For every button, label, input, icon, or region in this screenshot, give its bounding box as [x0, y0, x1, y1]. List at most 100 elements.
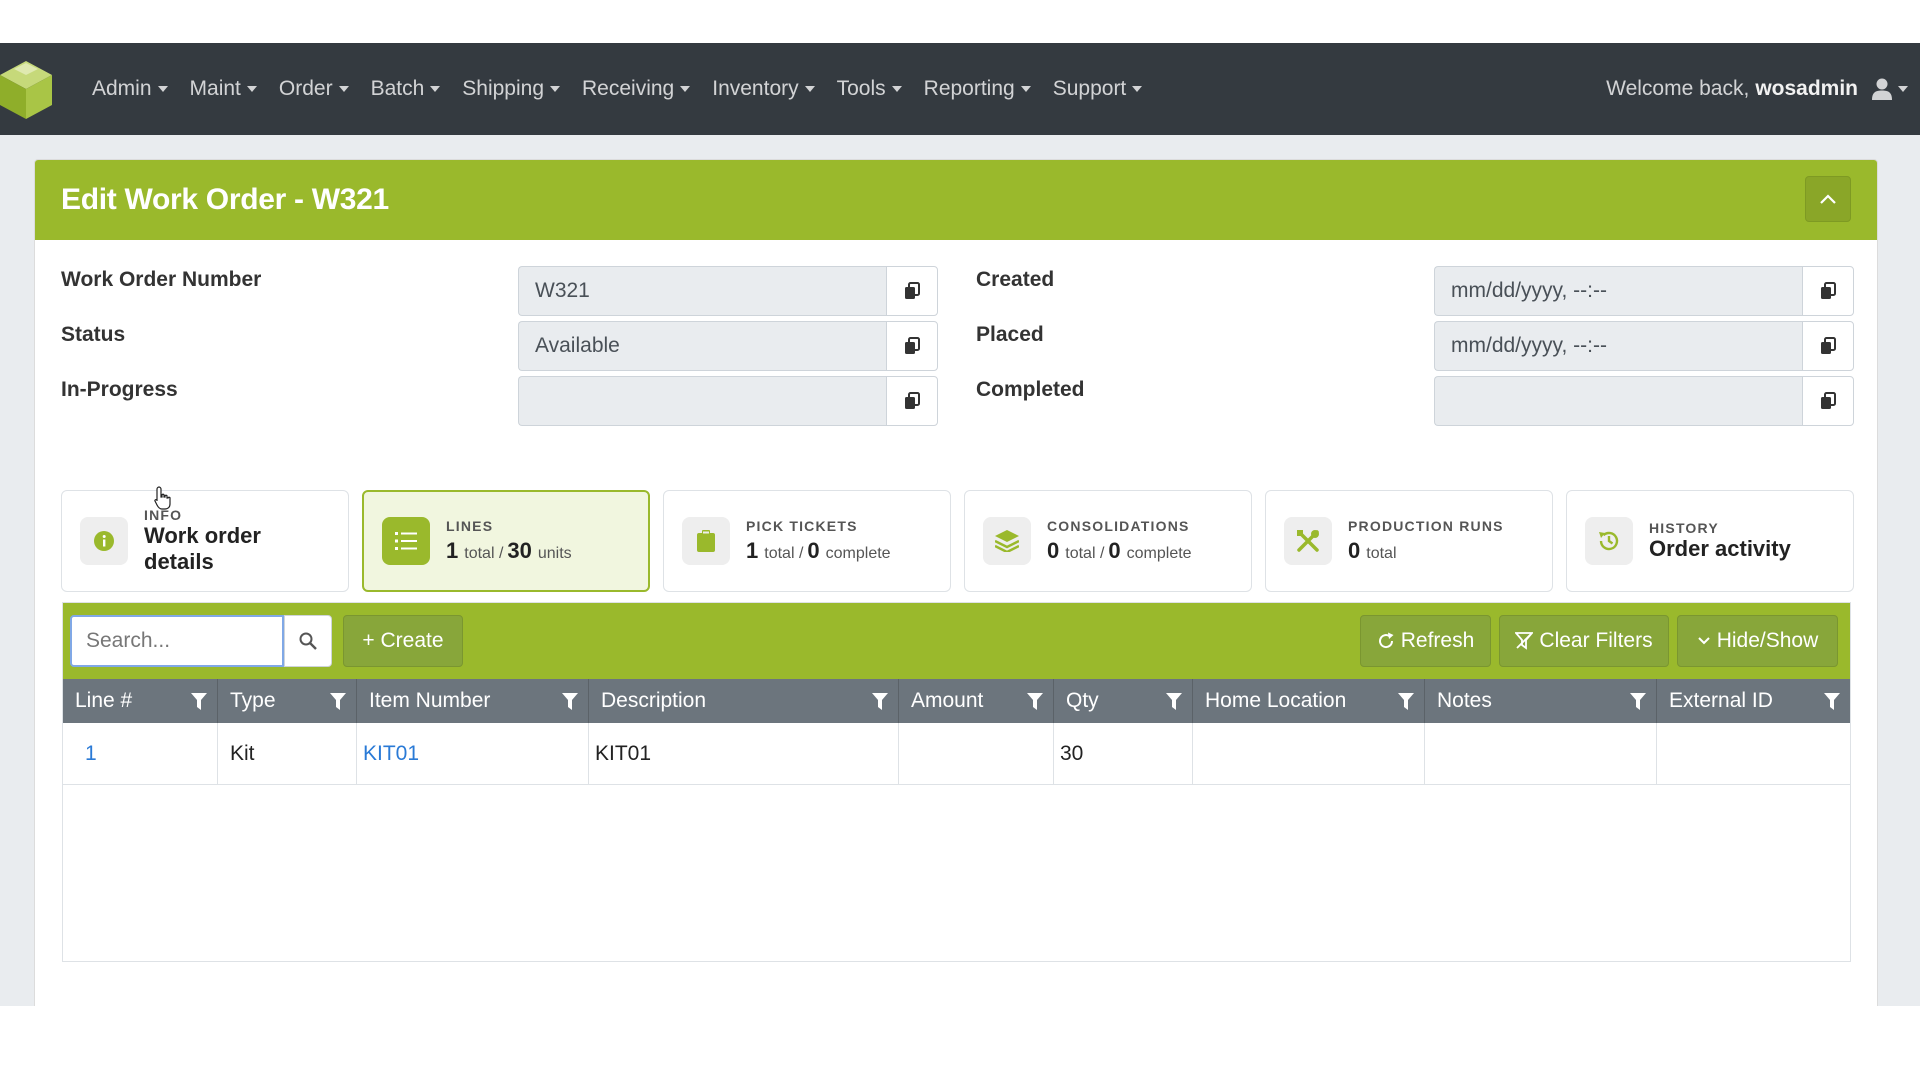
- column-header-type[interactable]: Type: [218, 679, 357, 723]
- copy-button[interactable]: [886, 321, 938, 371]
- column-title: Item Number: [369, 689, 491, 712]
- column-header-external-id[interactable]: External ID: [1657, 679, 1850, 723]
- filter-icon[interactable]: [562, 693, 578, 710]
- tab-pick-tickets[interactable]: PICK TICKETS 1 total /0 complete: [663, 490, 951, 592]
- column-header-notes[interactable]: Notes: [1425, 679, 1657, 723]
- column-header-line[interactable]: Line #: [63, 679, 218, 723]
- tab-history-title: Order activity: [1649, 536, 1791, 561]
- menu-support[interactable]: Support: [1042, 77, 1154, 101]
- tab-lines[interactable]: LINES 1 total /30 units: [362, 490, 650, 592]
- column-header-item-number[interactable]: Item Number: [357, 679, 589, 723]
- filter-icon[interactable]: [1027, 693, 1043, 710]
- menu-label: Shipping: [462, 77, 545, 100]
- status-input[interactable]: Available: [518, 321, 886, 371]
- copy-button[interactable]: [1802, 266, 1854, 316]
- filter-icon[interactable]: [191, 693, 207, 710]
- caret-down-icon: [891, 86, 902, 92]
- work-order-card: Edit Work Order - W321 Work Order Number…: [34, 159, 1878, 1006]
- collapse-button[interactable]: [1805, 176, 1851, 222]
- caret-down-icon: [550, 86, 561, 92]
- welcome-text: Welcome back,: [1606, 77, 1750, 100]
- caret-down-icon: [430, 86, 441, 92]
- created-input[interactable]: mm/dd/yyyy, --:--: [1434, 266, 1802, 316]
- user-menu-button[interactable]: [1872, 78, 1908, 100]
- filter-icon[interactable]: [872, 693, 888, 710]
- clipboard-icon: [697, 530, 715, 552]
- copy-button[interactable]: [1802, 321, 1854, 371]
- create-button[interactable]: + Create: [343, 615, 463, 667]
- status-field: Available: [518, 321, 938, 371]
- search-input[interactable]: Search...: [70, 615, 284, 667]
- refresh-button[interactable]: Refresh: [1360, 615, 1491, 667]
- menu-batch[interactable]: Batch: [360, 77, 452, 101]
- menu-shipping[interactable]: Shipping: [451, 77, 571, 101]
- lines-total-word: total /: [464, 545, 504, 562]
- tab-consolidations[interactable]: CONSOLIDATIONS 0 total /0 complete: [964, 490, 1252, 592]
- filter-icon[interactable]: [330, 693, 346, 710]
- consolidations-total: 0: [1047, 538, 1060, 563]
- search-button[interactable]: [284, 615, 332, 667]
- menu-receiving[interactable]: Receiving: [571, 77, 701, 101]
- tab-consolidations-body: CONSOLIDATIONS 0 total /0 complete: [1047, 518, 1196, 564]
- menu-inventory[interactable]: Inventory: [701, 77, 825, 101]
- copy-button[interactable]: [886, 376, 938, 426]
- menu-maint[interactable]: Maint: [179, 77, 268, 101]
- pick-tickets-total-word: total /: [764, 545, 804, 562]
- menu-reporting[interactable]: Reporting: [913, 77, 1042, 101]
- cube-logo-icon: [0, 61, 52, 119]
- caret-down-icon: [1132, 86, 1143, 92]
- cell-line-link[interactable]: 1: [63, 723, 218, 785]
- info-icon: [94, 531, 114, 551]
- copy-button[interactable]: [1802, 376, 1854, 426]
- filter-icon[interactable]: [1166, 693, 1182, 710]
- copy-icon: [905, 282, 920, 299]
- table-row[interactable]: 1 Kit KIT01 KIT01 30: [63, 723, 1850, 785]
- tab-history[interactable]: HISTORY Order activity: [1566, 490, 1854, 592]
- column-header-amount[interactable]: Amount: [899, 679, 1054, 723]
- filter-icon[interactable]: [1824, 693, 1840, 710]
- caret-down-icon: [338, 86, 349, 92]
- created-field: mm/dd/yyyy, --:--: [1434, 266, 1854, 316]
- caret-down-icon: [1898, 86, 1908, 92]
- in-progress-input[interactable]: [518, 376, 886, 426]
- caret-down-icon: [804, 86, 815, 92]
- username: wosadmin: [1755, 77, 1858, 100]
- placed-input[interactable]: mm/dd/yyyy, --:--: [1434, 321, 1802, 371]
- tab-history-label: HISTORY: [1649, 520, 1719, 536]
- hide-show-button[interactable]: Hide/Show: [1677, 615, 1838, 667]
- column-header-description[interactable]: Description: [589, 679, 899, 723]
- menu-label: Inventory: [712, 77, 799, 100]
- menu-order[interactable]: Order: [268, 77, 360, 101]
- work-order-number-field: W321: [518, 266, 938, 316]
- hide-show-label: Hide/Show: [1716, 629, 1819, 652]
- in-progress-field: [518, 376, 938, 426]
- brand-logo[interactable]: [0, 43, 60, 135]
- column-header-home-location[interactable]: Home Location: [1193, 679, 1425, 723]
- column-title: Description: [601, 689, 707, 712]
- tab-production-runs[interactable]: PRODUCTION RUNS 0 total: [1265, 490, 1553, 592]
- layers-icon-box: [983, 517, 1031, 565]
- completed-field: [1434, 376, 1854, 426]
- column-title: External ID: [1669, 689, 1773, 712]
- menu-label: Admin: [92, 77, 152, 100]
- cell-notes: [1425, 723, 1657, 785]
- menu-admin[interactable]: Admin: [81, 77, 179, 101]
- column-header-qty[interactable]: Qty: [1054, 679, 1193, 723]
- filter-icon[interactable]: [1630, 693, 1646, 710]
- caret-down-icon: [680, 86, 691, 92]
- work-order-number-input[interactable]: W321: [518, 266, 886, 316]
- completed-label: Completed: [976, 378, 1085, 401]
- copy-button[interactable]: [886, 266, 938, 316]
- copy-icon: [1821, 392, 1836, 409]
- main-menu: Admin Maint Order Batch Shipping Receivi…: [81, 77, 1153, 101]
- cell-item-number-link[interactable]: KIT01: [357, 723, 589, 785]
- completed-input[interactable]: [1434, 376, 1802, 426]
- grid-toolbar: Search... + Create Refresh Clear Filters…: [63, 603, 1850, 679]
- tab-lines-body: LINES 1 total /30 units: [446, 518, 576, 564]
- consolidations-complete-word: complete: [1126, 545, 1192, 562]
- tab-pick-tickets-body: PICK TICKETS 1 total /0 complete: [746, 518, 895, 564]
- filter-icon[interactable]: [1398, 693, 1414, 710]
- tab-info[interactable]: INFO Work order details: [61, 490, 349, 592]
- clear-filters-button[interactable]: Clear Filters: [1499, 615, 1669, 667]
- menu-tools[interactable]: Tools: [826, 77, 913, 101]
